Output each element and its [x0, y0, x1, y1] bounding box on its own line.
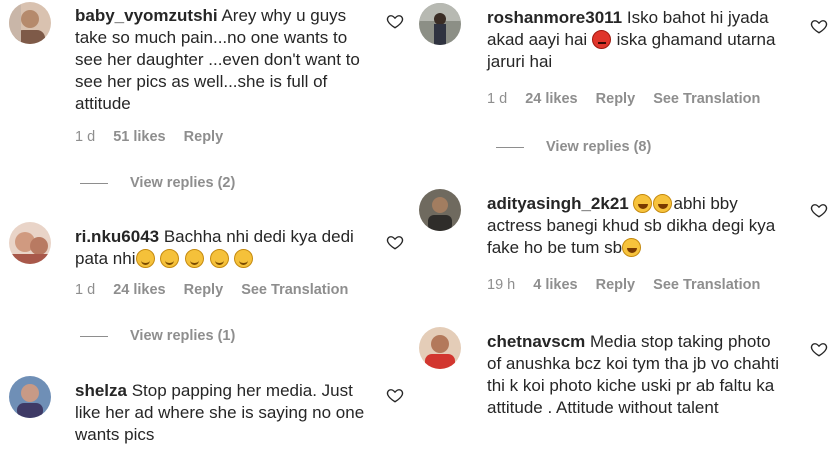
likes-count[interactable]: 4 likes	[533, 277, 577, 293]
view-replies-button[interactable]: View replies (8)	[496, 139, 651, 155]
comment-meta: 1 d 51 likes Reply	[75, 129, 237, 145]
comment-body: adityasingh_2k21 abhi bby actress banegi…	[487, 193, 787, 259]
timestamp: 1 d	[75, 129, 96, 145]
angry-face-emoji-icon	[591, 30, 611, 49]
username-link[interactable]: adityasingh_2k21	[487, 194, 629, 213]
likes-count[interactable]: 24 likes	[525, 91, 577, 107]
comment-meta: 19 h 4 likes Reply See Translation	[487, 277, 774, 293]
timestamp: 1 d	[487, 91, 508, 107]
reply-button[interactable]: Reply	[184, 129, 224, 145]
comment-body: chetnavscm Media stop taking photo of an…	[487, 331, 787, 419]
view-replies-label: View replies (1)	[130, 328, 236, 344]
heart-outline-icon[interactable]	[810, 201, 828, 219]
joy-emoji-icon	[622, 238, 642, 257]
likes-count[interactable]: 51 likes	[113, 129, 165, 145]
see-translation-button[interactable]: See Translation	[653, 277, 760, 293]
username-link[interactable]: ri.nku6043	[75, 227, 159, 246]
avatar[interactable]	[9, 376, 51, 418]
heart-outline-icon[interactable]	[386, 12, 404, 30]
view-replies-label: View replies (8)	[546, 139, 652, 155]
comment-body: roshanmore3011 Isko bahot hi jyada akad …	[487, 7, 802, 73]
smirk-emoji-icon	[234, 249, 254, 268]
likes-count[interactable]: 24 likes	[113, 282, 165, 298]
divider-line	[80, 182, 108, 184]
avatar[interactable]	[9, 222, 51, 264]
username-link[interactable]: chetnavscm	[487, 332, 585, 351]
heart-outline-icon[interactable]	[810, 340, 828, 358]
smirk-emoji-icon	[209, 249, 229, 268]
emoji-group	[135, 249, 255, 268]
avatar[interactable]	[419, 327, 461, 369]
heart-outline-icon[interactable]	[810, 17, 828, 35]
comment-body: ri.nku6043 Bachha nhi dedi kya dedi pata…	[75, 226, 375, 270]
reply-button[interactable]: Reply	[184, 282, 224, 298]
view-replies-button[interactable]: View replies (2)	[80, 175, 235, 191]
comment-body: shelza Stop papping her media. Just like…	[75, 380, 375, 446]
smirk-emoji-icon	[184, 249, 204, 268]
username-link[interactable]: shelza	[75, 381, 127, 400]
divider-line	[496, 146, 524, 148]
username-link[interactable]: baby_vyomzutshi	[75, 6, 218, 25]
comment-meta: 1 d 24 likes Reply See Translation	[75, 282, 362, 298]
timestamp: 19 h	[487, 277, 516, 293]
username-link[interactable]: roshanmore3011	[487, 8, 622, 27]
smirk-emoji-icon	[160, 249, 180, 268]
smirk-emoji-icon	[135, 249, 155, 268]
divider-line	[80, 335, 108, 337]
heart-outline-icon[interactable]	[386, 386, 404, 404]
reply-button[interactable]: Reply	[596, 91, 636, 107]
view-replies-label: View replies (2)	[130, 175, 236, 191]
comment-meta: 1 d 24 likes Reply See Translation	[487, 91, 774, 107]
avatar[interactable]	[419, 189, 461, 231]
comment-body: baby_vyomzutshi Arey why u guys take so …	[75, 5, 375, 115]
see-translation-button[interactable]: See Translation	[653, 91, 760, 107]
reply-button[interactable]: Reply	[596, 277, 636, 293]
heart-outline-icon[interactable]	[386, 233, 404, 251]
avatar[interactable]	[419, 3, 461, 45]
see-translation-button[interactable]: See Translation	[241, 282, 348, 298]
joy-emoji-icon	[633, 194, 653, 213]
avatar[interactable]	[9, 2, 51, 44]
timestamp: 1 d	[75, 282, 96, 298]
view-replies-button[interactable]: View replies (1)	[80, 328, 235, 344]
joy-emoji-icon	[653, 194, 673, 213]
